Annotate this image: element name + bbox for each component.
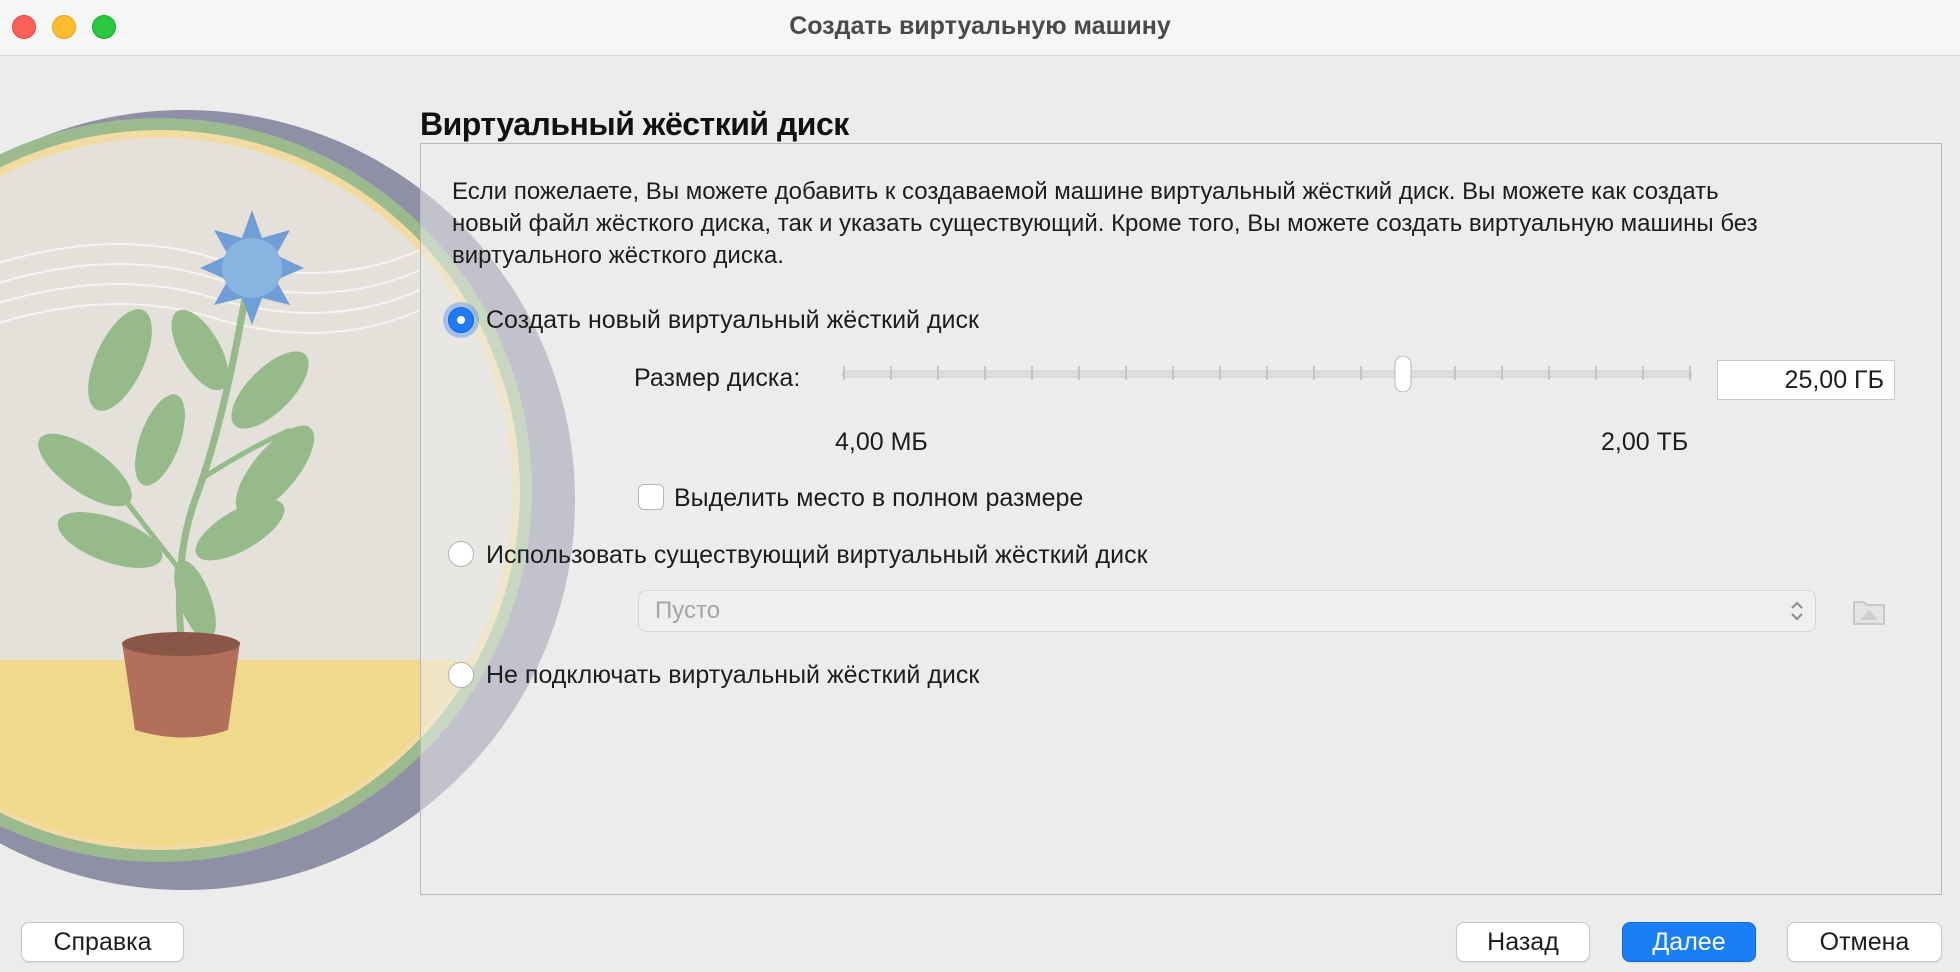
window-title: Создать виртуальную машину — [789, 12, 1171, 40]
slider-tick — [1501, 366, 1503, 380]
slider-tick — [1219, 366, 1221, 380]
slider-tick — [1454, 366, 1456, 380]
no-disk-label[interactable]: Не подключать виртуальный жёсткий диск — [486, 661, 979, 690]
slider-tick — [1031, 366, 1033, 380]
slider-tick — [1078, 366, 1080, 380]
title-bar: Создать виртуальную машину — [0, 0, 1960, 56]
slider-track — [842, 356, 1692, 392]
slider-tick — [1266, 366, 1268, 380]
slider-tick — [1313, 366, 1315, 380]
help-button[interactable]: Справка — [21, 922, 184, 962]
preallocate-checkbox[interactable] — [638, 484, 664, 510]
slider-knob[interactable] — [1394, 356, 1412, 392]
slider-tick — [937, 366, 939, 380]
max-size-label: 2,00 ТБ — [1601, 428, 1689, 456]
slider-tick — [1125, 366, 1127, 380]
slider-tick — [1595, 366, 1597, 380]
slider-tick — [1548, 366, 1550, 380]
chevron-up-down-icon — [1791, 601, 1803, 621]
slider-tick — [984, 366, 986, 380]
description-text: Если пожелаете, Вы можете добавить к соз… — [452, 178, 1758, 269]
slider-tick — [843, 366, 845, 380]
disk-size-label: Размер диска: — [634, 364, 801, 392]
use-existing-disk-label[interactable]: Использовать существующий виртуальный жё… — [486, 541, 1148, 570]
preallocate-label[interactable]: Выделить место в полном размере — [674, 484, 1083, 513]
create-new-disk-label[interactable]: Создать новый виртуальный жёсткий диск — [486, 306, 979, 335]
create-new-disk-radio[interactable] — [448, 307, 474, 333]
existing-disk-select-value: Пусто — [655, 597, 721, 624]
slider-tick — [1172, 366, 1174, 380]
slider-tick — [1689, 366, 1691, 380]
slider-tick — [1360, 366, 1362, 380]
existing-disk-select[interactable]: Пусто — [638, 590, 1816, 632]
no-disk-radio[interactable] — [448, 662, 474, 688]
back-button[interactable]: Назад — [1456, 922, 1590, 962]
choose-disk-folder-icon[interactable] — [1852, 594, 1886, 628]
disk-size-slider[interactable] — [842, 356, 1692, 392]
cancel-button[interactable]: Отмена — [1787, 922, 1942, 962]
use-existing-disk-radio[interactable] — [448, 541, 474, 567]
slider-tick — [890, 366, 892, 380]
next-button[interactable]: Далее — [1622, 922, 1756, 962]
min-size-label: 4,00 МБ — [835, 428, 928, 456]
disk-size-input[interactable]: 25,00 ГБ — [1717, 360, 1895, 400]
slider-tick — [1642, 366, 1644, 380]
page-heading: Виртуальный жёсткий диск — [420, 106, 849, 142]
